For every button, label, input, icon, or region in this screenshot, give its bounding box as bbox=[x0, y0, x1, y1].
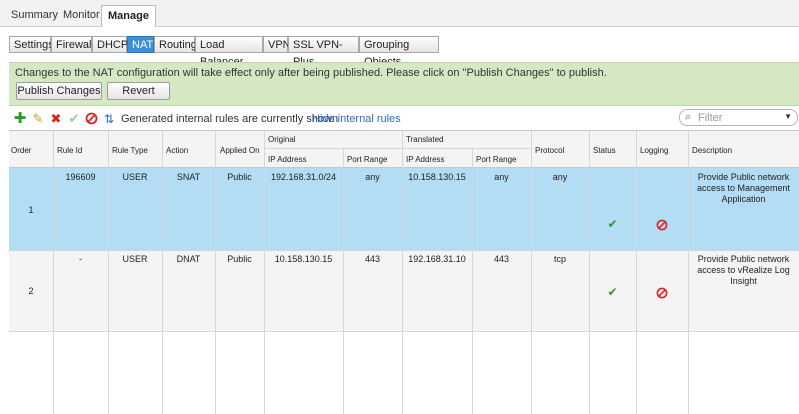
row-divider bbox=[9, 331, 799, 332]
blocked-icon bbox=[636, 287, 688, 302]
header-trans-ip[interactable]: IP Address bbox=[406, 154, 445, 165]
subtab-dhcp[interactable]: DHCP bbox=[92, 36, 128, 53]
publish-changes-button[interactable]: Publish Changes bbox=[16, 82, 102, 100]
cell-rule-type: USER bbox=[122, 254, 148, 264]
header-divider bbox=[264, 148, 532, 149]
cell-rule-id: 196609 bbox=[65, 172, 96, 182]
header-rule-id[interactable]: Rule Id bbox=[57, 145, 82, 156]
header-protocol[interactable]: Protocol bbox=[535, 145, 564, 156]
cell-description: Provide Public network access to vRealiz… bbox=[697, 254, 790, 286]
tab-summary[interactable]: Summary bbox=[5, 5, 64, 25]
cell-orig-ip: 192.168.31.0/24 bbox=[270, 172, 337, 182]
cell-trans-port: 443 bbox=[493, 254, 510, 264]
cell-protocol: any bbox=[552, 172, 568, 182]
subtab-load-balancer[interactable]: Load Balancer bbox=[195, 36, 263, 68]
cell-trans-port: any bbox=[494, 172, 509, 182]
internal-rules-text: Generated internal rules are currently s… bbox=[121, 113, 339, 125]
tab-monitor[interactable]: Monitor bbox=[57, 5, 106, 25]
header-order[interactable]: Order bbox=[11, 145, 31, 156]
cell-orig-ip: 10.158.130.15 bbox=[274, 254, 333, 264]
cell-trans-ip: 10.158.130.15 bbox=[408, 172, 466, 182]
header-action[interactable]: Action bbox=[166, 145, 188, 156]
disable-icon[interactable] bbox=[84, 112, 98, 126]
header-description[interactable]: Description bbox=[692, 145, 732, 156]
subtab-routing[interactable]: Routing bbox=[154, 36, 197, 53]
cell-order: 1 bbox=[28, 205, 34, 215]
subtab-firewall[interactable]: Firewall bbox=[51, 36, 94, 53]
subtab-settings[interactable]: Settings bbox=[9, 36, 54, 53]
hide-internal-rules-link[interactable]: Hide internal rules bbox=[312, 113, 401, 125]
cell-action: DNAT bbox=[176, 254, 201, 264]
cell-applied-on: Public bbox=[227, 254, 252, 264]
cell-rule-id: - bbox=[79, 254, 82, 264]
header-orig-ip[interactable]: IP Address bbox=[268, 154, 307, 165]
cell-orig-port: any bbox=[365, 172, 380, 182]
cell-description: Provide Public network access to Managem… bbox=[696, 172, 791, 204]
header-logging[interactable]: Logging bbox=[640, 145, 668, 156]
header-translated: Translated bbox=[406, 135, 444, 144]
revert-button[interactable]: Revert bbox=[107, 82, 170, 100]
filter-placeholder: Filter bbox=[698, 112, 723, 124]
header-bottom-line bbox=[9, 167, 799, 168]
banner-message: Changes to the NAT configuration will ta… bbox=[15, 67, 607, 79]
enable-icon[interactable]: ✔ bbox=[67, 112, 81, 126]
search-icon: ⌕ bbox=[685, 111, 692, 123]
check-icon: ✔ bbox=[607, 285, 618, 299]
add-icon[interactable]: ✚ bbox=[13, 111, 27, 126]
cell-applied-on: Public bbox=[227, 172, 252, 182]
subtab-ssl-vpn-plus[interactable]: SSL VPN-Plus bbox=[288, 36, 359, 68]
cell-trans-ip: 192.168.31.10 bbox=[408, 254, 466, 264]
publish-banner: Changes to the NAT configuration will ta… bbox=[9, 62, 799, 106]
tab-manage[interactable]: Manage bbox=[101, 5, 156, 27]
subtab-vpn[interactable]: VPN bbox=[263, 36, 291, 53]
header-applied-on[interactable]: Applied On bbox=[220, 145, 260, 156]
header-original: Original bbox=[268, 135, 296, 144]
header-trans-port[interactable]: Port Range bbox=[476, 154, 516, 165]
filter-box[interactable]: ⌕ Filter ▼ bbox=[679, 109, 798, 126]
check-icon: ✔ bbox=[607, 217, 618, 231]
cell-rule-type: USER bbox=[122, 172, 148, 182]
delete-icon[interactable]: ✖ bbox=[49, 112, 63, 126]
move-icon[interactable]: ⇅ bbox=[102, 112, 116, 126]
cell-action: SNAT bbox=[176, 172, 201, 182]
nat-rules-grid: Order Rule Id Rule Type Action Applied O… bbox=[9, 130, 799, 414]
cell-order: 2 bbox=[28, 286, 34, 296]
header-orig-port[interactable]: Port Range bbox=[347, 154, 387, 165]
header-rule-type[interactable]: Rule Type bbox=[112, 145, 148, 156]
row-divider bbox=[9, 250, 799, 251]
cell-protocol: tcp bbox=[553, 254, 566, 264]
header-status[interactable]: Status bbox=[593, 145, 616, 156]
cell-orig-port: 443 bbox=[364, 254, 381, 264]
chevron-down-icon[interactable]: ▼ bbox=[784, 112, 792, 121]
blocked-icon bbox=[636, 219, 688, 234]
subtab-nat[interactable]: NAT bbox=[127, 36, 154, 53]
empty-area bbox=[9, 332, 799, 414]
edit-icon[interactable]: ✎ bbox=[31, 112, 45, 126]
top-tab-strip: Summary Monitor Manage bbox=[0, 0, 799, 27]
subtab-grouping-objects[interactable]: Grouping Objects bbox=[359, 36, 439, 68]
